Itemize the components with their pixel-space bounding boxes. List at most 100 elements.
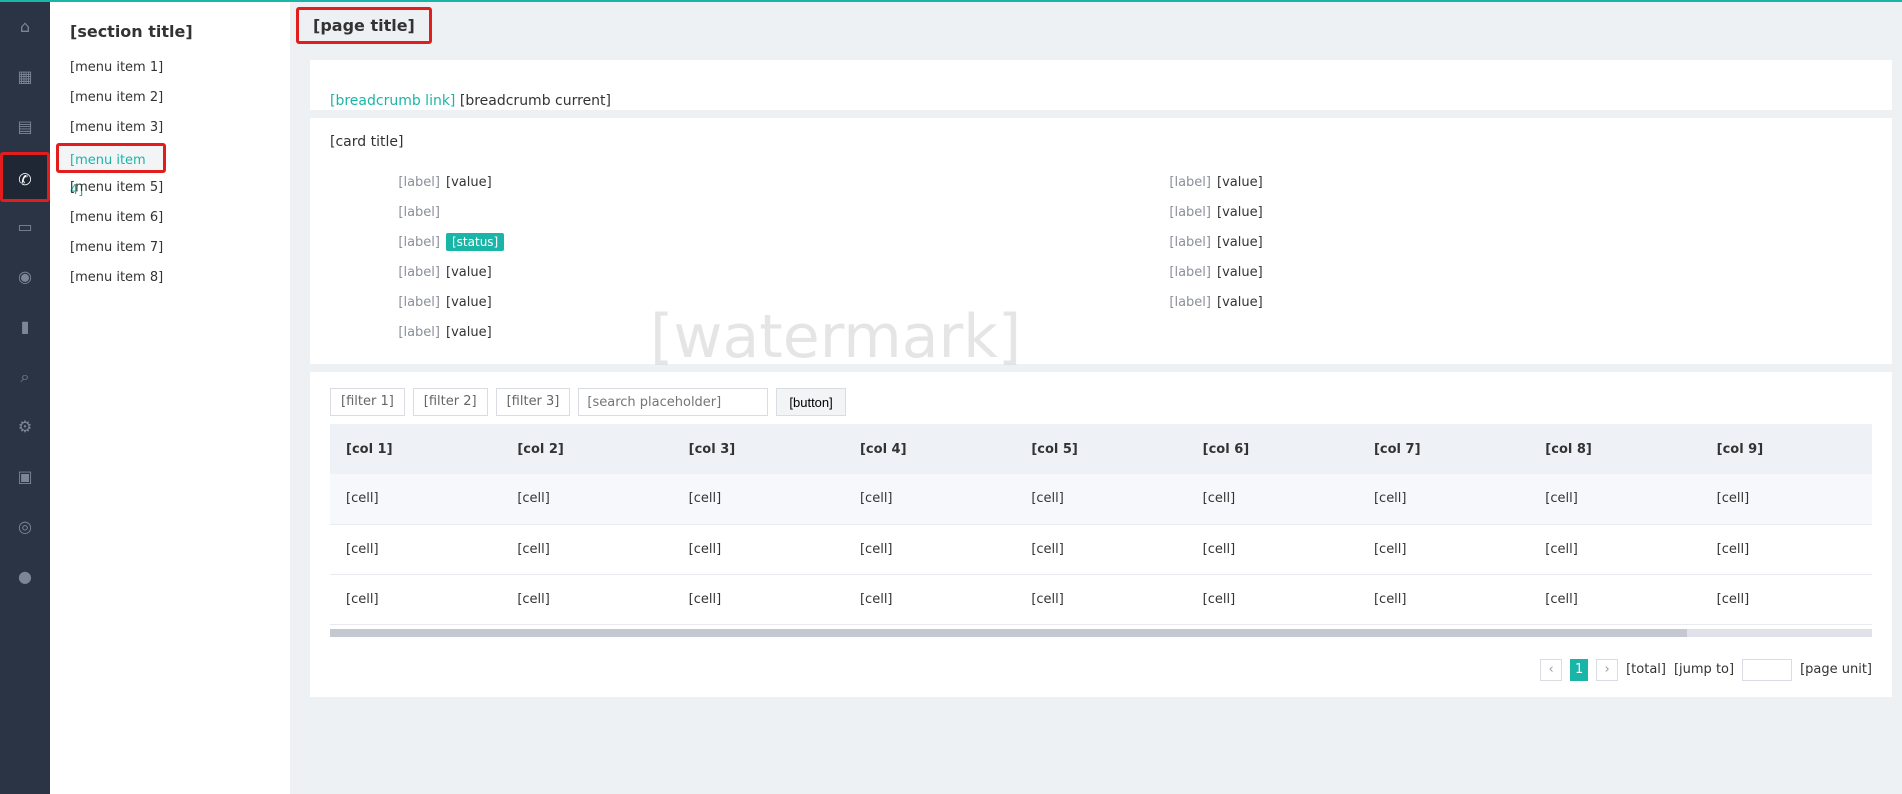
jump-page-input[interactable] [1742,658,1793,681]
info-grid: [label] [value] [label] [label] [status] [… [330,168,1872,348]
info-row: [label] [value] [1101,168,1872,198]
info-label: [label] [398,235,440,250]
info-label: [label] [1169,265,1211,280]
table-cell: [cell] [1015,474,1187,525]
table-row: [cell] [cell] [cell] [cell] [cell] [cell… [330,574,1872,625]
subnav-item-active[interactable]: [menu item 4] [56,143,166,198]
table-header: [col 5] [1015,424,1187,474]
info-label: [label] [398,265,440,280]
subnav-item[interactable]: [menu item 1] [70,53,290,83]
table-row: [cell] [cell] [cell] [cell] [cell] [cell… [330,524,1872,575]
table-header: [col 4] [843,424,1016,474]
info-label: [label] [1169,235,1211,250]
rail-users-icon[interactable]: ◉ [0,252,50,302]
info-value: [status] [440,228,505,258]
rail-grid-icon[interactable]: ▦ [0,52,50,102]
info-value: [value] [1217,175,1263,190]
rail-report-icon[interactable]: ▣ [0,452,50,502]
table-header: [col 6] [1186,424,1358,474]
rail-chat-icon[interactable]: ▭ [0,202,50,252]
rail-search-icon[interactable]: ⌕ [0,352,50,402]
subnav-item[interactable]: [menu item 2] [70,83,290,113]
info-value: [value] [1217,295,1263,310]
info-label: [label] [398,175,440,190]
info-row: [label] [status] [330,228,1101,258]
table-cell: [cell] [1357,474,1530,525]
table-cell: [cell] [330,524,502,575]
rail-user-icon[interactable]: ● [0,552,50,602]
table-cell: [cell] [843,474,1016,525]
subnav-item[interactable]: [menu item 7] [70,233,290,263]
table-cell: [cell] [1700,524,1872,575]
search-button[interactable]: [button] [776,388,846,416]
table-cell: [cell] [1015,524,1187,575]
info-row: [label] [value] [330,318,1101,348]
next-page-button[interactable]: › [1596,658,1619,681]
rail-chart-icon[interactable]: ▮ [0,302,50,352]
info-row: [label] [value] [1101,288,1872,318]
table-cell: [cell] [672,524,844,575]
info-value [440,198,446,228]
info-label: [label] [398,325,440,340]
current-page[interactable]: 1 [1570,658,1589,681]
page-unit-label: [page unit] [1800,662,1872,677]
info-row: [label] [330,198,1101,228]
table-header: [col 8] [1529,424,1701,474]
table-cell: [cell] [1357,574,1530,625]
info-row: [label] [value] [1101,198,1872,228]
table-cell: [cell] [501,524,673,575]
table-header: [col 7] [1357,424,1530,474]
horizontal-scrollbar[interactable] [330,628,1872,637]
info-label: [label] [398,205,440,220]
rail-gear-icon[interactable]: ⚙ [0,402,50,452]
table-header: [col 2] [501,424,673,474]
info-label: [label] [398,295,440,310]
table-cell: [cell] [1186,474,1358,525]
info-row: [label] [value] [330,288,1101,318]
rail-home-icon[interactable]: ⌂ [0,2,50,52]
info-left-column: [label] [value] [label] [label] [status] [… [330,168,1101,348]
subnav-item[interactable]: [menu item 6] [70,203,290,233]
scrollbar-thumb[interactable] [330,628,1687,637]
subnav-item[interactable]: [menu item 5] [70,173,290,203]
info-row: [label] [value] [330,168,1101,198]
table-cell: [cell] [330,574,502,625]
table-cell: [cell] [1529,574,1701,625]
info-row: [label] [value] [1101,228,1872,258]
page-title: [page title] [296,7,432,44]
subnav-item[interactable]: [menu item 8] [70,263,290,293]
table-cell: [cell] [1015,574,1187,625]
main-content: [page title] [breadcrumb link] [breadcru… [290,2,1902,794]
info-row: [label] [value] [330,258,1101,288]
search-input[interactable] [578,388,769,416]
table-cell: [cell] [501,574,673,625]
page-header: [page title] [290,2,1902,52]
table-cell: [cell] [501,474,673,525]
rail-phone-icon[interactable]: ✆ [0,152,50,202]
breadcrumb-link[interactable]: [breadcrumb link] [330,93,455,109]
filter-bar: [filter 1] [filter 2] [filter 3] [button… [330,388,1872,416]
jump-label: [jump to] [1673,662,1735,677]
prev-page-button[interactable]: ‹ [1540,658,1563,681]
info-row: [label] [value] [1101,258,1872,288]
table-row: [cell] [cell] [cell] [cell] [cell] [cell… [330,474,1872,525]
table-cell: [cell] [843,574,1016,625]
table-header: [col 9] [1700,424,1872,474]
info-value: [value] [446,265,492,280]
filter-select[interactable]: [filter 1] [330,388,405,416]
table-cell: [cell] [1186,574,1358,625]
table-cell: [cell] [672,574,844,625]
rail-document-icon[interactable]: ▤ [0,102,50,152]
data-table: [col 1] [col 2] [col 3] [col 4] [col 5] … [330,424,1872,625]
info-label: [label] [1169,205,1211,220]
app-frame: ⌂ ▦ ▤ ✆ ▭ ◉ ▮ ⌕ ⚙ ▣ ◎ ● [section title] … [0,0,1902,794]
info-card-title: [card title] [330,134,404,150]
filter-select[interactable]: [filter 2] [412,388,488,416]
filter-select[interactable]: [filter 3] [495,388,571,416]
info-value: [value] [446,175,492,190]
rail-settings-icon[interactable]: ◎ [0,502,50,552]
subnav-title: [section title] [70,22,193,41]
table-cell: [cell] [1186,524,1358,575]
info-value: [value] [446,295,492,310]
subnav-item[interactable]: [menu item 3] [70,113,290,143]
